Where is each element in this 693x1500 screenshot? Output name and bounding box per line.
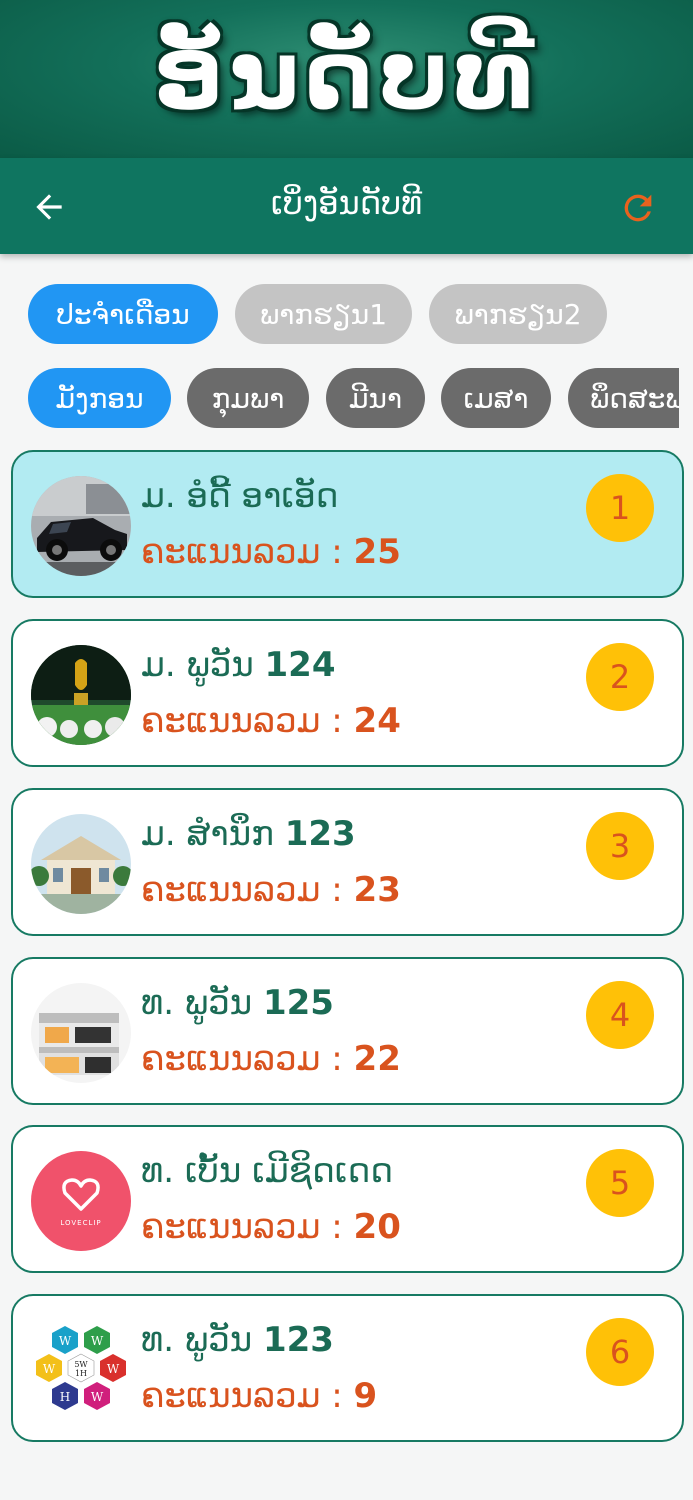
- ranking-card[interactable]: LOVECLIP ທ. ເບັ້ນ ເມີຊິດເດດ ຄະແນນລວມ : 2…: [11, 1125, 684, 1273]
- ranking-card[interactable]: ມ. ອໍດີ້ ອາເອັດ ຄະແນນລວມ : 25 1: [11, 450, 684, 598]
- avatar: [31, 476, 131, 576]
- avatar: [31, 814, 131, 914]
- svg-text:5W: 5W: [74, 1360, 88, 1369]
- chip-semester-2[interactable]: ພາກຮຽນ2: [429, 284, 607, 344]
- chip-semester-1[interactable]: ພາກຮຽນ1: [235, 284, 412, 344]
- svg-text:W: W: [91, 1390, 104, 1404]
- chip-month-may[interactable]: ພຶດສະພາ: [568, 368, 679, 428]
- ranking-card[interactable]: W W W 5W 1H W H W ທ. ພູວັນ 123 ຄະແນນລວມ …: [11, 1294, 684, 1442]
- month-chip-row[interactable]: ມັງກອນ ກຸມພາ ມີນາ ເມສາ ພຶດສະພາ: [0, 368, 679, 430]
- chip-monthly[interactable]: ປະຈຳເດືອນ: [28, 284, 218, 344]
- rank-badge: 1: [586, 474, 654, 542]
- svg-text:W: W: [91, 1334, 104, 1348]
- total-score: ຄະແນນລວມ : 9: [141, 1376, 378, 1416]
- header-banner: ອັນດັບທີ: [0, 0, 693, 158]
- svg-text:1H: 1H: [75, 1369, 87, 1378]
- chip-month-march[interactable]: ມີນາ: [326, 368, 425, 428]
- ranking-card[interactable]: ທ. ພູວັນ 125 ຄະແນນລວມ : 22 4: [11, 957, 684, 1105]
- total-score: ຄະແນນລວມ : 20: [141, 1207, 401, 1247]
- svg-text:W: W: [107, 1362, 120, 1376]
- student-name: ທ. ເບັ້ນ ເມີຊິດເດດ: [141, 1151, 393, 1191]
- avatar: W W W 5W 1H W H W: [31, 1320, 131, 1420]
- rank-badge: 6: [586, 1318, 654, 1386]
- avatar: [31, 983, 131, 1083]
- rank-badge: 3: [586, 812, 654, 880]
- app-bar: ເບິ່ງອັນດັບທີ: [0, 158, 693, 254]
- student-name: ທ. ພູວັນ 123: [141, 1320, 334, 1360]
- svg-text:H: H: [60, 1390, 70, 1404]
- refresh-icon[interactable]: [618, 188, 658, 228]
- student-name: ທ. ພູວັນ 125: [141, 983, 334, 1023]
- banner-title: ອັນດັບທີ: [153, 19, 540, 131]
- chip-month-february[interactable]: ກຸມພາ: [187, 368, 309, 428]
- rank-badge: 4: [586, 981, 654, 1049]
- avatar: LOVECLIP: [31, 1151, 131, 1251]
- total-score: ຄະແນນລວມ : 22: [141, 1039, 401, 1079]
- rank-badge: 5: [586, 1149, 654, 1217]
- total-score: ຄະແນນລວມ : 23: [141, 870, 401, 910]
- rank-badge: 2: [586, 643, 654, 711]
- svg-text:W: W: [43, 1362, 56, 1376]
- chip-month-april[interactable]: ເມສາ: [441, 368, 551, 428]
- page-title: ເບິ່ງອັນດັບທີ: [270, 184, 423, 222]
- student-name: ມ. ອໍດີ້ ອາເອັດ: [141, 476, 339, 516]
- ranking-card[interactable]: ມ. ພູວັນ 124 ຄະແນນລວມ : 24 2: [11, 619, 684, 767]
- ranking-card[interactable]: ມ. ສຳນຶກ 123 ຄະແນນລວມ : 23 3: [11, 788, 684, 936]
- total-score: ຄະແນນລວມ : 25: [141, 532, 401, 572]
- svg-text:W: W: [59, 1334, 72, 1348]
- total-score: ຄະແນນລວມ : 24: [141, 701, 401, 741]
- avatar-label: LOVECLIP: [60, 1219, 101, 1227]
- chip-month-january[interactable]: ມັງກອນ: [28, 368, 171, 428]
- student-name: ມ. ພູວັນ 124: [141, 645, 336, 685]
- student-name: ມ. ສຳນຶກ 123: [141, 814, 356, 854]
- avatar: [31, 645, 131, 745]
